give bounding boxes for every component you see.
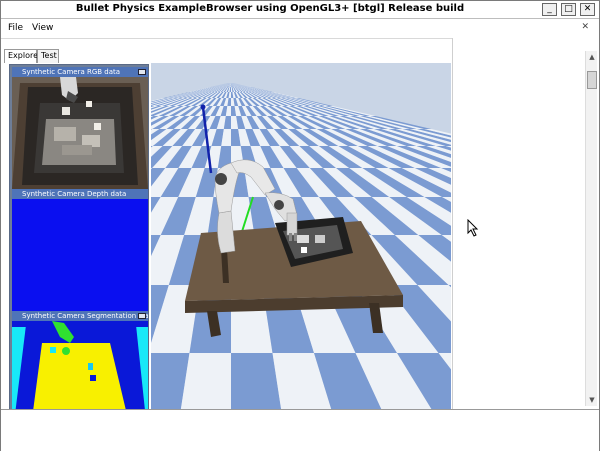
segmentation-camera-header[interactable]: Synthetic Camera Segmentation Mask <box>12 311 148 321</box>
rgb-camera-title: Synthetic Camera RGB data <box>22 68 121 76</box>
title-bar[interactable]: Bullet Physics ExampleBrowser using Open… <box>1 1 599 19</box>
menu-close-icon[interactable]: ✕ <box>581 22 589 32</box>
right-side-panel <box>452 38 599 409</box>
segmentation-camera-title: Synthetic Camera Segmentation Mask <box>22 312 148 320</box>
z-axis-tip <box>200 104 206 110</box>
depth-camera-window: Synthetic Camera Depth data <box>12 189 148 311</box>
synthetic-camera-panel: Synthetic Camera RGB data Synthetic Came… <box>9 64 149 442</box>
close-button[interactable]: ✕ <box>580 3 595 16</box>
minimize-button[interactable]: _ <box>542 3 557 16</box>
physics-scene <box>151 63 451 409</box>
rgb-camera-image <box>12 77 148 189</box>
3d-viewport[interactable] <box>151 63 451 409</box>
segmentation-minimize-icon[interactable] <box>138 313 146 319</box>
chevron-up-icon[interactable]: ▲ <box>587 52 597 62</box>
scrollbar-thumb[interactable] <box>587 71 597 89</box>
rgb-camera-header[interactable]: Synthetic Camera RGB data <box>12 67 148 77</box>
mouse-pointer-icon <box>467 219 479 237</box>
tab-test[interactable]: Test <box>37 49 59 63</box>
depth-camera-title: Synthetic Camera Depth data <box>22 190 127 198</box>
window-title: Bullet Physics ExampleBrowser using Open… <box>75 3 465 14</box>
tab-explorer[interactable]: Explorer <box>4 49 41 63</box>
menu-file[interactable]: File <box>8 23 23 33</box>
maximize-button[interactable]: □ <box>561 3 576 16</box>
rgb-minimize-icon[interactable] <box>138 69 146 75</box>
console-panel[interactable] <box>1 409 599 451</box>
menu-view[interactable]: View <box>32 23 53 33</box>
depth-camera-header[interactable]: Synthetic Camera Depth data <box>12 189 148 199</box>
vertical-scrollbar[interactable]: ▲ ▼ <box>585 51 597 406</box>
rgb-camera-window: Synthetic Camera RGB data <box>12 67 148 189</box>
menu-bar: File View ✕ <box>1 20 599 38</box>
depth-camera-image <box>12 199 148 311</box>
app-window: Bullet Physics ExampleBrowser using Open… <box>0 0 600 451</box>
chevron-down-icon[interactable]: ▼ <box>587 395 597 405</box>
